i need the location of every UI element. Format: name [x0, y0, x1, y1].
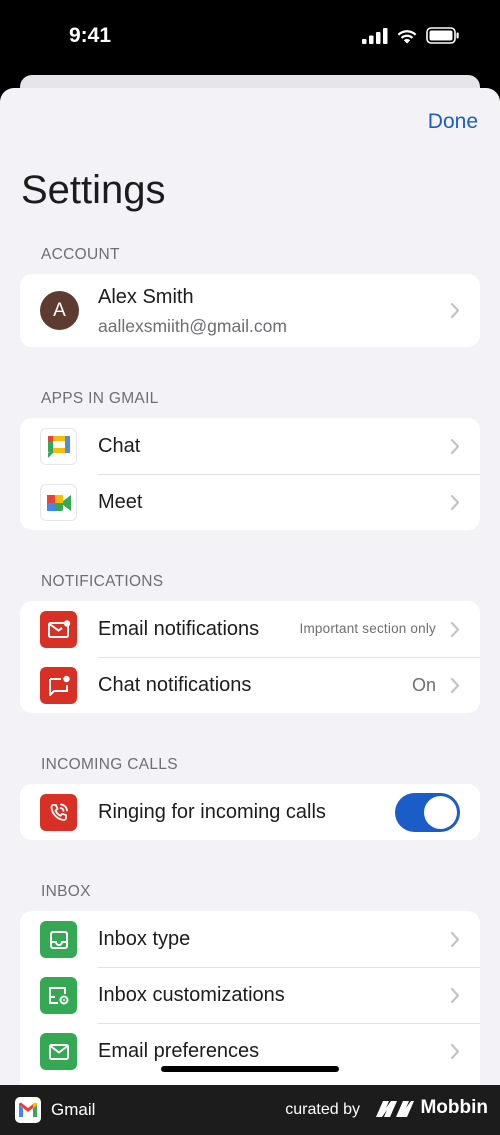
section-header-incoming-calls: INCOMING CALLS — [41, 756, 178, 773]
home-indicator[interactable] — [161, 1066, 339, 1072]
meet-label: Meet — [98, 491, 143, 513]
chevron-right-icon — [450, 677, 460, 694]
email-notifications-label: Email notifications — [98, 618, 260, 640]
ringing-phone-icon — [40, 794, 77, 831]
cellular-signal-icon — [362, 27, 388, 44]
ringing-label: Ringing for incoming calls — [98, 801, 326, 823]
wifi-icon — [397, 29, 417, 43]
section-header-inbox: INBOX — [41, 883, 91, 900]
inbox-customizations-label: Inbox customizations — [98, 984, 285, 1006]
mobbin-brand: Mobbin — [376, 1097, 488, 1119]
done-button[interactable]: Done — [428, 110, 478, 134]
inbox-settings-icon — [40, 977, 77, 1014]
meet-row[interactable]: Meet — [20, 474, 480, 530]
footer-app-name: Gmail — [51, 1100, 96, 1119]
account-group: A Alex Smith aallexsmiith@gmail.com — [20, 274, 480, 347]
mail-notification-icon — [40, 611, 77, 648]
mobbin-name: Mobbin — [420, 1097, 488, 1118]
google-chat-icon — [40, 428, 77, 465]
inbox-type-row[interactable]: Inbox type — [20, 911, 480, 967]
avatar: A — [40, 291, 79, 330]
section-header-account: ACCOUNT — [41, 246, 120, 263]
ringing-toggle[interactable] — [395, 793, 460, 832]
battery-icon — [426, 27, 459, 44]
chevron-right-icon — [450, 438, 460, 455]
gmail-logo-icon — [15, 1097, 41, 1123]
ringing-row: Ringing for incoming calls — [20, 784, 480, 840]
chevron-right-icon — [450, 987, 460, 1004]
curated-by-text: curated by — [285, 1101, 360, 1118]
section-header-notifications: NOTIFICATIONS — [41, 573, 164, 590]
chevron-right-icon — [450, 302, 460, 319]
row-divider — [98, 474, 480, 475]
chat-label: Chat — [98, 435, 141, 457]
apps-group: Chat Meet — [20, 418, 480, 530]
email-notifications-row[interactable]: Email notifications Important section on… — [20, 601, 480, 657]
account-email: aallexsmiith@gmail.com — [98, 316, 287, 336]
google-meet-icon — [40, 484, 77, 521]
chevron-right-icon — [450, 931, 460, 948]
page-title: Settings — [21, 168, 166, 212]
status-time: 9:41 — [69, 24, 112, 47]
inbox-tray-icon — [40, 921, 77, 958]
account-name: Alex Smith — [98, 286, 194, 308]
chevron-right-icon — [450, 621, 460, 638]
chevron-right-icon — [450, 1043, 460, 1060]
chat-notifications-row[interactable]: Chat notifications On — [20, 657, 480, 713]
chat-row[interactable]: Chat — [20, 418, 480, 474]
footer-bar: Gmail curated by Mobbin — [0, 1085, 500, 1135]
envelope-icon — [40, 1033, 77, 1070]
chevron-right-icon — [450, 494, 460, 511]
toggle-knob — [424, 796, 457, 829]
mobbin-logo-icon — [376, 1101, 415, 1117]
chat-notifications-label: Chat notifications — [98, 674, 252, 696]
chat-notifications-value: On — [411, 675, 436, 695]
chat-notification-icon — [40, 667, 77, 704]
inbox-group: Inbox type Inbox customizations Email pr… — [20, 911, 480, 1088]
inbox-customizations-row[interactable]: Inbox customizations — [20, 967, 480, 1023]
account-row[interactable]: A Alex Smith aallexsmiith@gmail.com — [20, 274, 480, 347]
section-header-apps: APPS IN GMAIL — [41, 390, 159, 407]
settings-sheet: Done Settings ACCOUNT A Alex Smith aalle… — [0, 88, 500, 1088]
incoming-calls-group: Ringing for incoming calls — [20, 784, 480, 840]
status-icons — [362, 27, 460, 44]
inbox-type-label: Inbox type — [98, 928, 191, 950]
email-notifications-value: Important section only — [299, 621, 436, 636]
status-bar: 9:41 — [0, 0, 500, 75]
notifications-group: Email notifications Important section on… — [20, 601, 480, 713]
